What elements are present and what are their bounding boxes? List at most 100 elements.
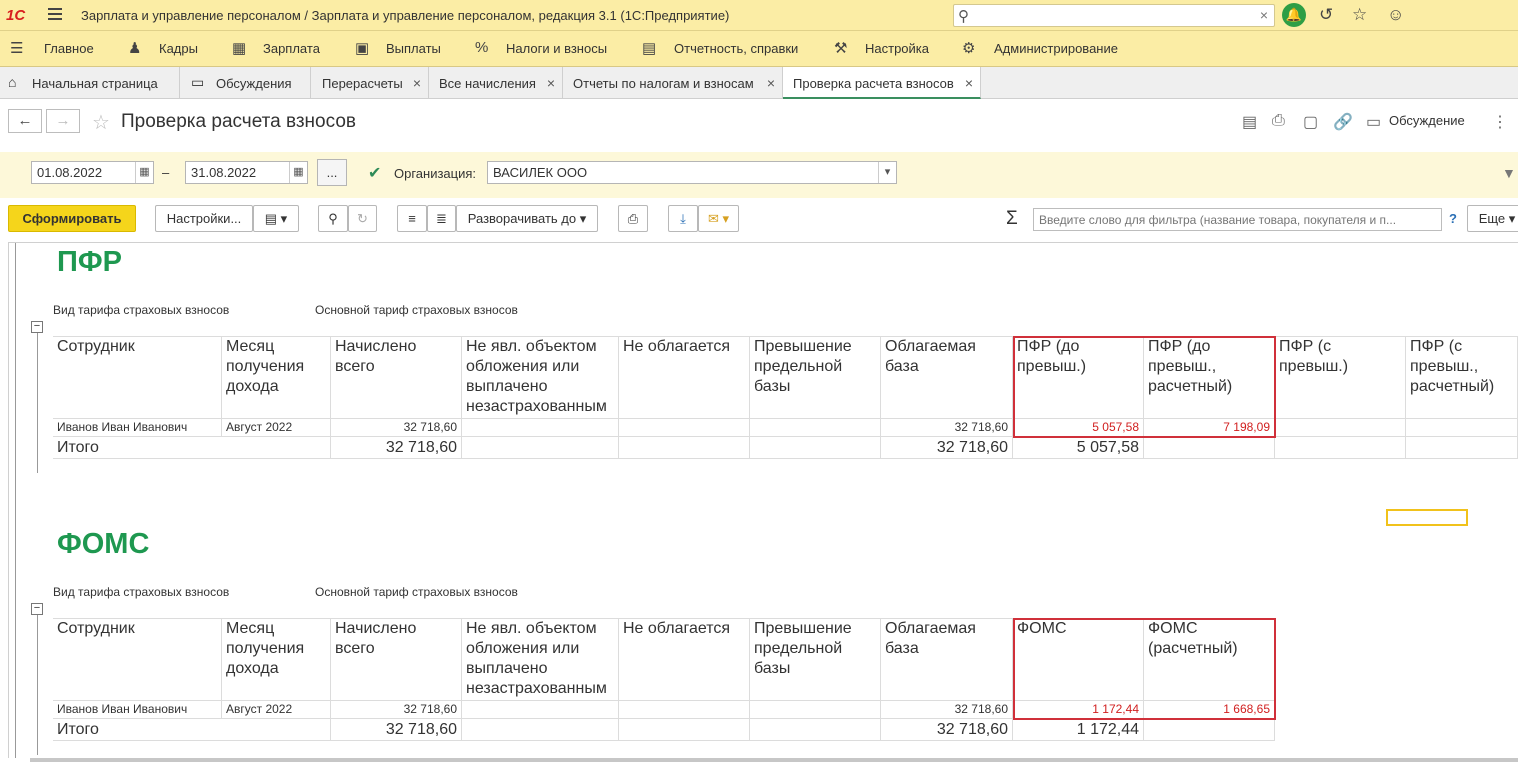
empty-cell <box>1144 437 1275 459</box>
forward-arrow-icon[interactable]: → <box>46 109 80 133</box>
find-icon[interactable]: ⚲ <box>318 205 348 232</box>
menu-item-salary[interactable]: Зарплата <box>263 41 320 56</box>
sum-icon[interactable]: Σ <box>1006 208 1018 230</box>
selected-cell-frame[interactable] <box>1386 509 1468 526</box>
tab-recalculations[interactable]: Перерасчеты × <box>311 67 429 99</box>
tariff-value: Основной тариф страховых взносов <box>315 303 518 317</box>
total-base: 32 718,60 <box>881 719 1013 741</box>
favorite-star-icon[interactable]: ☆ <box>92 110 110 135</box>
tariff-label: Вид тарифа страховых взносов <box>53 585 230 599</box>
calendar-icon[interactable]: ▦ <box>289 162 307 183</box>
empty-cell <box>619 719 750 741</box>
tab-label: Перерасчеты <box>322 76 403 91</box>
close-icon[interactable]: × <box>965 75 973 91</box>
1c-logo[interactable]: 1С <box>6 7 25 24</box>
generate-button[interactable]: Сформировать <box>8 205 136 232</box>
empty-cell <box>750 719 881 741</box>
user-icon[interactable]: ☺ <box>1387 5 1404 25</box>
horizontal-scrollbar[interactable] <box>30 758 1518 762</box>
header-cell: Сотрудник <box>53 336 222 419</box>
print-icon[interactable]: ⎙ <box>1272 112 1285 130</box>
report-spreadsheet[interactable]: ПФР Вид тарифа страховых взносов Основно… <box>8 242 1518 758</box>
empty-cell <box>1275 419 1406 437</box>
base-cell[interactable]: 32 718,60 <box>881 701 1013 719</box>
expand-to-dropdown[interactable]: Разворачивать до ▾ <box>456 205 598 232</box>
month-cell[interactable]: Август 2022 <box>222 701 331 719</box>
collapse-group-icon[interactable]: − <box>31 603 43 615</box>
close-icon[interactable]: × <box>547 75 555 91</box>
wallet-icon: ▣ <box>355 40 370 57</box>
section-title-pfr: ПФР <box>57 246 122 278</box>
month-cell[interactable]: Август 2022 <box>222 419 331 437</box>
discussion-button[interactable]: Обсуждение <box>1389 113 1465 128</box>
empty-cell <box>750 437 881 459</box>
tab-contributions-check[interactable]: Проверка расчета взносов × <box>783 67 981 99</box>
tab-all-accruals[interactable]: Все начисления × <box>429 67 563 99</box>
empty-cell <box>1275 437 1406 459</box>
clear-icon[interactable]: × <box>1260 7 1268 23</box>
collapse-icon[interactable]: ≡ <box>397 205 427 232</box>
filter-input[interactable] <box>1033 208 1442 231</box>
tab-home[interactable]: ⌂ Начальная страница <box>0 67 180 99</box>
header-cell: Не явл. объектом обложения или выплачено… <box>462 336 619 419</box>
highlight-box <box>1013 336 1276 438</box>
more-vert-icon[interactable]: ⋮ <box>1492 112 1508 132</box>
chevron-down-icon[interactable]: ▾ <box>878 162 896 183</box>
history-icon[interactable]: ↺ <box>1319 5 1333 25</box>
accrued-cell[interactable]: 32 718,60 <box>331 701 462 719</box>
close-icon[interactable]: × <box>413 75 421 91</box>
org-checkbox[interactable]: ✔ <box>368 163 381 183</box>
date-from-input[interactable]: 01.08.2022 ▦ <box>31 161 154 184</box>
expand-icon[interactable]: ≣ <box>427 205 456 232</box>
report-toolbar: Сформировать Настройки... ▤ ▾ ⚲ ↻ ≡ ≣ Ра… <box>0 205 1518 235</box>
date-to-input[interactable]: 31.08.2022 ▦ <box>185 161 308 184</box>
menu-item-payments[interactable]: Выплаты <box>386 41 441 56</box>
email-icon[interactable]: ✉ ▾ <box>698 205 739 232</box>
employee-cell[interactable]: Иванов Иван Иванович <box>53 419 222 437</box>
settings-button[interactable]: Настройки... <box>155 205 253 232</box>
calculator-icon: ▦ <box>232 40 247 57</box>
employee-cell[interactable]: Иванов Иван Иванович <box>53 701 222 719</box>
menu-item-taxes[interactable]: Налоги и взносы <box>506 41 607 56</box>
menu-item-admin[interactable]: Администрирование <box>994 41 1118 56</box>
help-button[interactable]: ? <box>1449 211 1457 226</box>
accrued-cell[interactable]: 32 718,60 <box>331 419 462 437</box>
base-cell[interactable]: 32 718,60 <box>881 419 1013 437</box>
tab-discussions[interactable]: ▭ Обсуждения <box>180 67 311 99</box>
preview-icon[interactable]: ▢ <box>1303 112 1318 132</box>
menu-item-main[interactable]: Главное <box>44 41 94 56</box>
notifications-bell-icon[interactable]: 🔔 <box>1282 3 1306 27</box>
close-icon[interactable]: × <box>767 75 775 91</box>
menu-item-staff[interactable]: Кадры <box>159 41 198 56</box>
favorites-star-icon[interactable]: ☆ <box>1352 5 1367 25</box>
reports-icon: ▤ <box>642 40 657 57</box>
wrench-icon: ⚒ <box>834 40 848 57</box>
more-button[interactable]: Еще ▾ <box>1467 205 1518 232</box>
collapse-group-icon[interactable]: − <box>31 321 43 333</box>
variants-button[interactable]: ▤ ▾ <box>253 205 299 232</box>
hamburger-menu-icon[interactable] <box>48 8 62 20</box>
calendar-icon[interactable]: ▦ <box>135 162 153 183</box>
tab-tax-reports[interactable]: Отчеты по налогам и взносам × <box>563 67 783 99</box>
empty-cell <box>462 701 619 719</box>
back-arrow-icon[interactable]: ← <box>8 109 42 133</box>
section-title-foms: ФОМС <box>57 528 150 560</box>
print-button-icon[interactable]: ⎙ <box>618 205 648 232</box>
link-icon[interactable]: 🔗 <box>1333 112 1353 132</box>
global-search-input[interactable]: ⚲ × <box>953 4 1275 27</box>
total-accrued: 32 718,60 <box>331 719 462 741</box>
save-icon[interactable]: ▤ <box>1242 112 1257 132</box>
organization-select[interactable]: ВАСИЛЕК ООО ▾ <box>487 161 897 184</box>
header-cell: ПФР (с превыш.) <box>1275 336 1406 419</box>
total-accrued: 32 718,60 <box>331 437 462 459</box>
filter-icon[interactable]: ▼ <box>1502 165 1516 181</box>
group-line <box>37 333 38 473</box>
find-next-icon[interactable]: ↻ <box>348 205 377 232</box>
tariff-label: Вид тарифа страховых взносов <box>53 303 230 317</box>
chat-icon: ▭ <box>191 74 205 90</box>
menu-item-reports[interactable]: Отчетность, справки <box>674 41 798 56</box>
period-select-button[interactable]: ... <box>317 159 347 186</box>
download-icon[interactable]: ⤓ <box>668 205 698 232</box>
discussion-icon[interactable]: ▭ <box>1366 112 1381 132</box>
menu-item-settings[interactable]: Настройка <box>865 41 929 56</box>
